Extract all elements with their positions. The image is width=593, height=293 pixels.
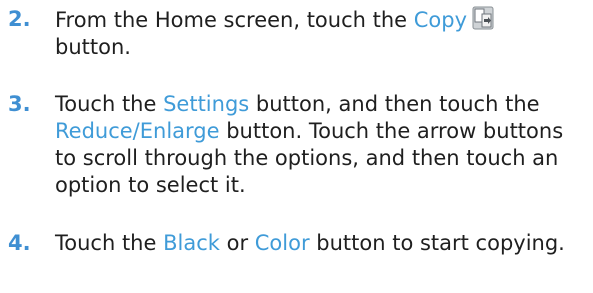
step-text-segment: Touch the (55, 92, 164, 116)
step-text-segment: button. (55, 35, 131, 59)
step-number: 4. (8, 231, 31, 255)
copy-button-label: Copy (413, 8, 468, 32)
step-text-segment: Touch the (55, 231, 164, 255)
copy-icon (472, 6, 494, 30)
reduce-enlarge-button-label: Reduce/Enlarge (55, 119, 220, 143)
step-number: 3. (8, 92, 31, 116)
step-text-segment: From the Home screen, touch the (55, 8, 414, 32)
step-text: From the Home screen, touch the Copy but… (55, 6, 575, 61)
step-text: Touch the Settings button, and then touc… (55, 91, 575, 199)
step-number: 2. (8, 7, 31, 31)
settings-button-label: Settings (163, 92, 250, 116)
step-text-segment: button to start copying. (309, 231, 565, 255)
step-text: Touch the Black or Color button to start… (55, 230, 575, 257)
black-button-label: Black (163, 231, 220, 255)
color-button-label: Color (254, 231, 310, 255)
step-text-segment: or (219, 231, 255, 255)
step-text-segment: button, and then touch the (249, 92, 540, 116)
